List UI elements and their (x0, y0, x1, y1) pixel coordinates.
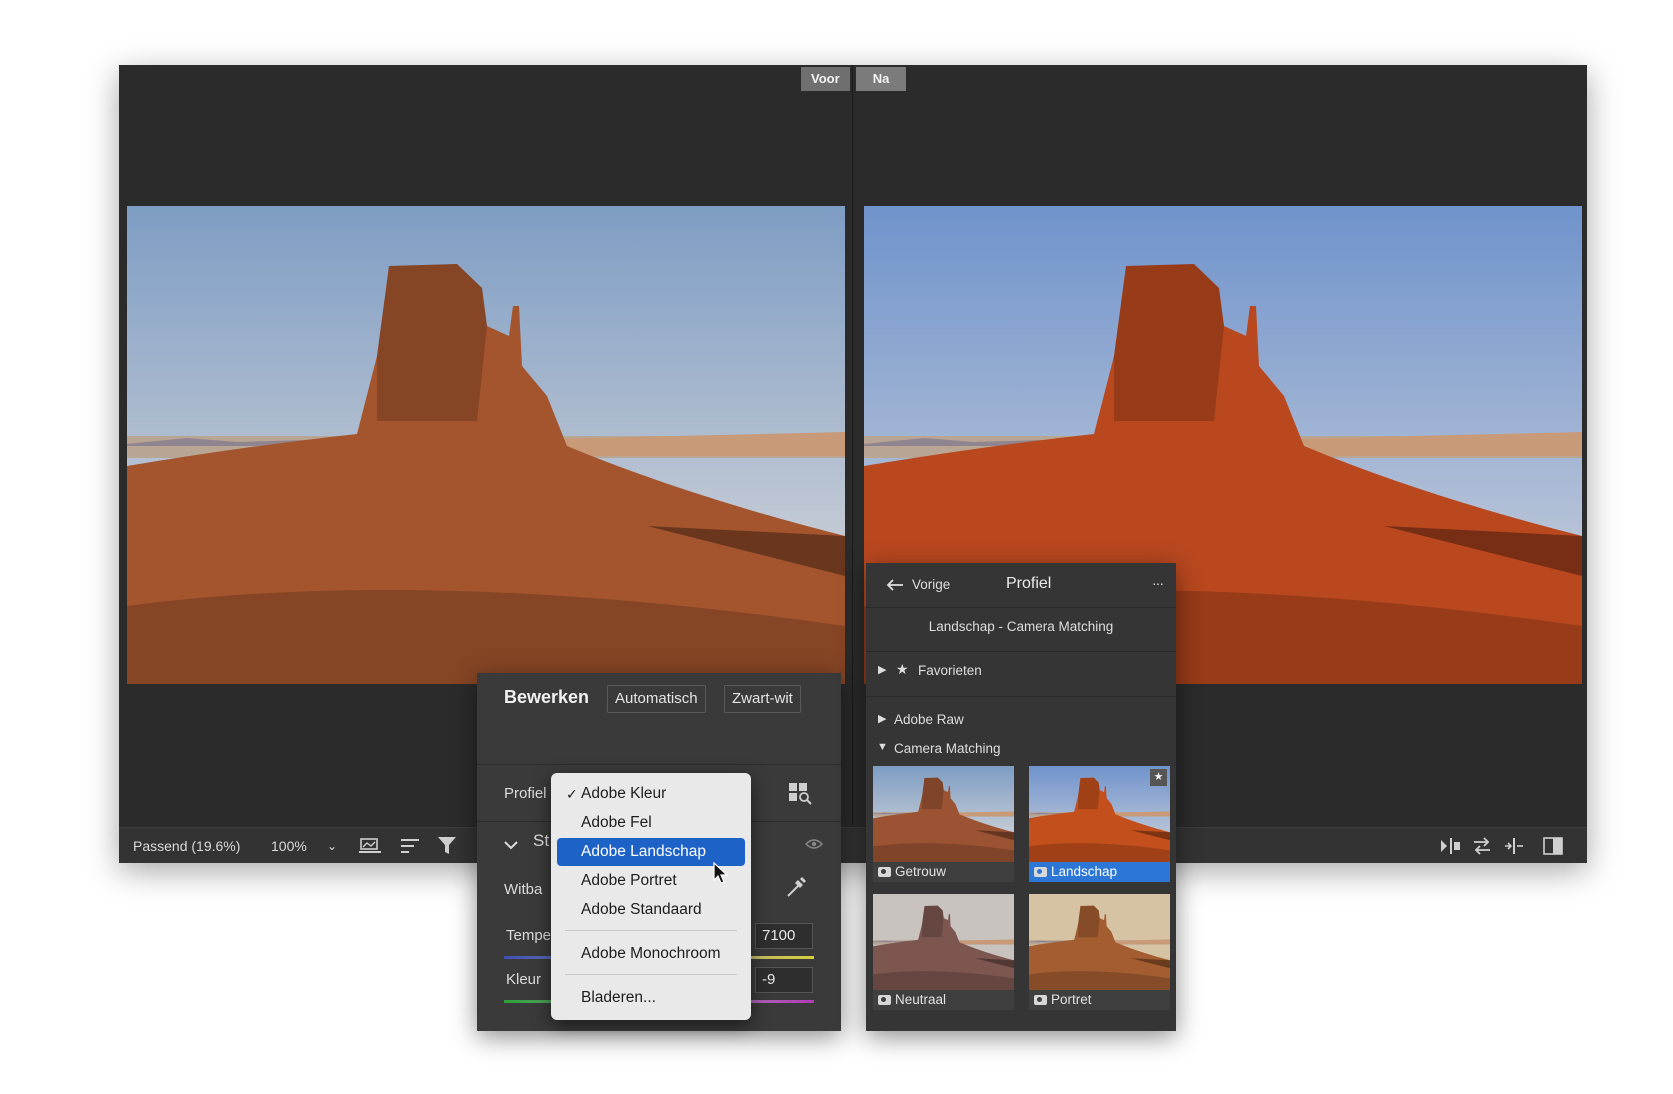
more-options-icon[interactable]: ··· (1152, 575, 1164, 591)
white-balance-label: Witba (504, 881, 543, 898)
swap-icon[interactable] (1472, 828, 1492, 864)
thumb-caption: Getrouw (873, 862, 1014, 882)
temperature-value[interactable]: 7100 (755, 923, 813, 949)
menu-item-adobe-fel[interactable]: Adobe Fel (557, 809, 745, 837)
profile-thumb-portret[interactable]: Portret (1029, 894, 1170, 1010)
zoom-level[interactable]: 100% (271, 828, 307, 864)
black-white-button[interactable]: Zwart-wit (724, 685, 801, 713)
profile-panel-header: Vorige Profiel ··· (866, 563, 1176, 607)
current-profile-name: Landschap - Camera Matching (928, 619, 1114, 634)
profile-browser-panel: Vorige Profiel ··· Landschap - Camera Ma… (866, 563, 1176, 1031)
browse-profiles-icon[interactable] (789, 783, 813, 810)
zoom-dropdown-icon[interactable]: ⌄ (327, 828, 337, 864)
back-button[interactable]: Vorige (912, 577, 950, 592)
expand-arrow-icon: ▶ (878, 713, 887, 725)
split-divider[interactable] (852, 65, 853, 825)
eyedropper-icon[interactable] (785, 875, 807, 904)
zoom-fit-label[interactable]: Passend (19.6%) (133, 828, 240, 864)
profile-panel-title: Profiel (1006, 575, 1052, 592)
menu-item-adobe-kleur[interactable]: ✓ Adobe Kleur (557, 780, 745, 808)
collapse-arrow-icon: ▼ (877, 741, 888, 753)
tint-value[interactable]: -9 (755, 967, 813, 993)
star-icon: ★ (896, 661, 909, 677)
filter-icon[interactable] (437, 828, 459, 864)
camera-icon (1034, 995, 1047, 1005)
expand-arrow-icon: ▶ (878, 664, 887, 676)
menu-item-adobe-monochroom[interactable]: Adobe Monochroom (557, 940, 745, 968)
editor-window: Voor Na Passend (19.6%) 100% ⌄ (119, 65, 1587, 863)
menu-item-browse[interactable]: Bladeren... (557, 984, 745, 1012)
section-title: St (533, 831, 550, 850)
visibility-eye-icon[interactable] (804, 837, 824, 855)
profile-thumb-landschap[interactable]: ★ Landschap (1029, 766, 1170, 882)
collapse-icon[interactable] (504, 837, 518, 853)
before-label: Voor (801, 67, 850, 91)
tint-label: Kleur (506, 971, 542, 988)
auto-button[interactable]: Automatisch (607, 685, 706, 713)
edit-panel-title: Bewerken (504, 687, 590, 707)
camera-icon (878, 867, 891, 877)
before-photo[interactable] (127, 206, 845, 684)
camera-icon (878, 995, 891, 1005)
toggle-view-icon[interactable] (1543, 828, 1565, 864)
profile-thumb-getrouw[interactable]: Getrouw (873, 766, 1014, 882)
mouse-cursor-icon (713, 861, 729, 891)
profile-label: Profiel (504, 785, 547, 802)
copy-after-before-icon[interactable] (1503, 828, 1525, 864)
camera-icon (1034, 867, 1047, 877)
bottom-toolbar: Passend (19.6%) 100% ⌄ (119, 827, 1587, 863)
thumb-caption: Landschap (1029, 862, 1170, 882)
sort-icon[interactable] (401, 828, 421, 864)
checkmark-icon: ✓ (566, 786, 578, 802)
after-label: Na (856, 67, 906, 91)
profile-dropdown-menu: ✓ Adobe Kleur Adobe Fel Adobe Landschap … (551, 773, 751, 1020)
profile-thumb-neutraal[interactable]: Neutraal (873, 894, 1014, 1010)
thumb-caption: Neutraal (873, 990, 1014, 1010)
temperature-label: Tempe (506, 927, 552, 944)
copy-before-after-icon[interactable] (1439, 828, 1461, 864)
back-arrow-icon[interactable] (886, 578, 904, 595)
favorite-star-icon[interactable]: ★ (1150, 769, 1167, 786)
menu-item-adobe-standaard[interactable]: Adobe Standaard (557, 896, 745, 924)
filmstrip-icon[interactable] (359, 828, 381, 864)
thumb-caption: Portret (1029, 990, 1170, 1010)
